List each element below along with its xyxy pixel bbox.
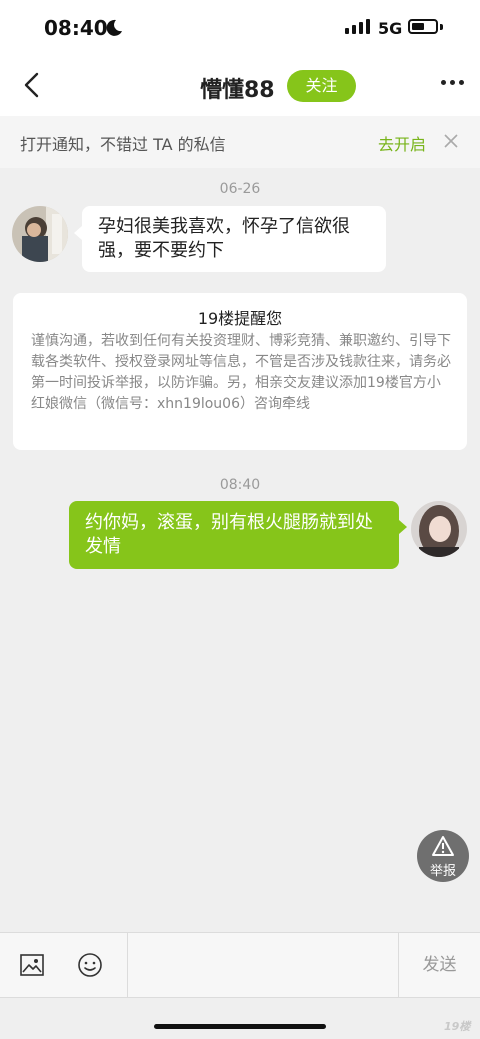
message-bubble-outgoing[interactable]: 约你妈，滚蛋，别有根火腿肠就到处发情 — [69, 501, 399, 569]
emoji-icon[interactable] — [77, 952, 103, 978]
send-button[interactable]: 发送 — [399, 933, 480, 997]
enable-notification-link[interactable]: 去开启 — [378, 131, 426, 155]
safety-warning-card: 19楼提醒您 谨慎沟通，若收到任何有关投资理财、博彩竞猜、兼职邀约、引导下载各类… — [13, 293, 467, 450]
report-label: 举报 — [429, 864, 456, 879]
bubble-tail — [399, 520, 407, 534]
more-icon[interactable] — [441, 80, 464, 85]
message-time: 08:40 — [219, 477, 261, 493]
notification-text: 打开通知，不错过 TA 的私信 — [20, 135, 226, 154]
watermark: 19楼 — [444, 1020, 471, 1033]
warning-title: 19楼提醒您 — [197, 309, 283, 328]
signal-icon — [345, 19, 370, 34]
notification-bar: 打开通知，不错过 TA 的私信 去开启 — [0, 116, 480, 168]
status-time: 08:40 — [44, 16, 108, 40]
message-input[interactable] — [128, 933, 402, 999]
image-icon[interactable] — [20, 954, 44, 976]
warning-body: 谨慎沟通，若收到任何有关投资理财、博彩竞猜、兼职邀约、引导下载各类软件、授权登录… — [31, 333, 451, 412]
moon-icon — [106, 19, 122, 36]
follow-button[interactable]: 关注 — [287, 70, 356, 102]
avatar[interactable] — [12, 206, 68, 262]
report-button[interactable]: 举报 — [417, 830, 469, 882]
page-title: 懵懂88 — [200, 78, 275, 103]
back-icon[interactable] — [20, 70, 46, 100]
home-indicator — [154, 1024, 326, 1029]
network-label: 5G — [378, 19, 403, 38]
warning-icon — [432, 836, 454, 856]
close-icon[interactable] — [442, 132, 460, 150]
battery-tip — [440, 24, 443, 30]
input-bar: 发送 — [0, 932, 480, 999]
bubble-tail — [74, 226, 82, 240]
message-time: 06-26 — [219, 181, 261, 197]
avatar[interactable] — [411, 501, 467, 557]
battery-icon — [408, 19, 438, 34]
message-bubble-incoming[interactable]: 孕妇很美我喜欢，怀孕了信欲很强，要不要约下 — [82, 206, 386, 272]
